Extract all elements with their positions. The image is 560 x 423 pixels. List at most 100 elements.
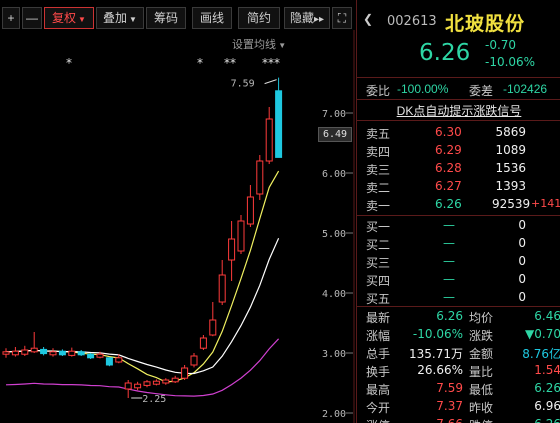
stat-value: 6.96	[534, 399, 560, 413]
candle-up	[49, 351, 57, 356]
hide-button[interactable]: 隐藏▸▸	[284, 7, 330, 29]
bid-label: 买一	[366, 220, 391, 234]
candle-up	[171, 377, 179, 383]
dk-signal-row[interactable]: DK点自动提示涨跌信号	[357, 101, 560, 121]
stat-row: 最新 6.26 均价 6.46	[357, 308, 560, 326]
candle-up	[209, 319, 217, 336]
y-tick-label: 4.00	[322, 289, 346, 300]
ask-row[interactable]: 卖五 6.30 5869	[357, 124, 560, 142]
stat-label: 涨跌	[469, 329, 494, 343]
stat-value: 6.46	[534, 309, 560, 323]
stat-label: 换手	[366, 365, 391, 379]
ask-row[interactable]: 卖一 6.26 92539 +141	[357, 196, 560, 214]
stat-label: 最低	[469, 383, 494, 397]
caret-down-icon: ▼	[129, 15, 137, 24]
candle-up	[237, 220, 245, 252]
fullscreen-icon[interactable]: ⛶	[332, 7, 352, 29]
overlay-dropdown[interactable]: 叠加 ▼	[96, 7, 144, 29]
candle-down	[275, 90, 283, 158]
bid-price: —	[443, 272, 455, 286]
bid-row[interactable]: 买三 — 0	[357, 253, 560, 271]
bid-row[interactable]: 买二 — 0	[357, 235, 560, 253]
signal-star: **	[224, 56, 236, 70]
bid-row[interactable]: 买四 — 0	[357, 271, 560, 289]
candle-up	[181, 367, 189, 379]
candle-down	[87, 353, 95, 359]
bid-volume: 0	[518, 218, 526, 232]
candle-up	[218, 274, 226, 303]
price-change: -0.70	[485, 38, 517, 52]
bid-volume: 0	[518, 272, 526, 286]
ask-delta: +141	[531, 197, 560, 210]
chips-button[interactable]: 筹码	[146, 7, 186, 29]
high-price-label: 7.59	[231, 79, 255, 90]
order-ratio-row: 委比 -100.00% 委差 -102426	[357, 80, 560, 100]
stat-value: 6.26	[534, 381, 560, 395]
ask-row[interactable]: 卖三 6.28 1536	[357, 160, 560, 178]
candle-up	[30, 347, 38, 353]
ask-price: 6.27	[435, 179, 462, 193]
kline-chart-area[interactable]: 7.59 2.25 7.00 6.00 5.00 4.00 3.00 2.00 + — 复权…	[0, 0, 355, 423]
y-tick-label: 7.00	[322, 109, 346, 120]
stat-label: 涨停	[366, 417, 390, 423]
stat-value: 7.66	[395, 417, 463, 423]
ask-volume: 5869	[495, 125, 526, 139]
ma-settings-link[interactable]: 设置均线 ▼	[232, 36, 286, 52]
stat-row: 换手 26.66% 量比 1.54	[357, 362, 560, 380]
candle-up	[152, 380, 160, 385]
candle-up	[143, 381, 151, 386]
last-price: 6.26	[419, 40, 471, 66]
candle-up	[68, 350, 76, 356]
stock-code: 002613	[387, 14, 437, 29]
dk-signal-link[interactable]: DK点自动提示涨跌信号	[397, 104, 522, 118]
simple-mode-button[interactable]: 简约	[238, 7, 280, 29]
hide-label: 隐藏	[289, 11, 314, 25]
bid-label: 买三	[366, 256, 391, 270]
stat-value: 1.54	[534, 363, 560, 377]
signal-star: *	[197, 56, 203, 70]
candle-down	[105, 357, 113, 366]
bid-volume: 0	[518, 290, 526, 304]
candle-up	[115, 357, 123, 363]
adjust-dropdown[interactable]: 复权 ▼	[44, 7, 94, 29]
bid-price: —	[443, 236, 455, 250]
stat-value: -10.06%	[412, 327, 463, 341]
bid-row[interactable]: 买五 — 0	[357, 289, 560, 307]
ask-price: 6.30	[435, 125, 462, 139]
candle-up	[190, 355, 198, 366]
weibi-label: 委比	[366, 84, 391, 98]
bid-row[interactable]: 买一 — 0	[357, 217, 560, 235]
candle-up	[265, 118, 273, 162]
stat-value: 7.59	[436, 381, 463, 395]
zoom-out-button[interactable]: —	[22, 7, 42, 29]
candle-down	[77, 351, 85, 356]
candle-up	[256, 160, 264, 195]
caret-down-icon: ▼	[276, 41, 287, 50]
stat-label: 昨收	[469, 401, 494, 415]
stat-label: 量比	[469, 365, 494, 379]
prev-stock-icon[interactable]: ❮	[363, 12, 373, 26]
zoom-in-button[interactable]: +	[2, 7, 20, 29]
ask-price: 6.29	[435, 143, 462, 157]
candle-up	[228, 238, 236, 261]
quote-header: ❮ 002613 北玻股份 6.26 -0.70 -10.06%	[357, 0, 560, 78]
bid-price: —	[443, 290, 455, 304]
candle-up	[134, 383, 142, 389]
stat-label: 涨幅	[366, 329, 391, 343]
candle-up	[21, 349, 29, 355]
current-price-tag: 6.49	[318, 127, 352, 142]
bid-label: 买四	[366, 274, 391, 288]
caret-down-icon: ▼	[78, 15, 86, 24]
candle-up	[199, 337, 207, 349]
adjust-label: 复权	[52, 11, 77, 25]
bid-price: —	[443, 218, 455, 232]
kline-chart[interactable]: 7.59 2.25 7.00 6.00 5.00 4.00 3.00 2.00	[0, 0, 355, 423]
stat-value: 7.37	[436, 399, 463, 413]
stat-row: 今开 7.37 昨收 6.96	[357, 398, 560, 416]
stat-row: 涨幅 -10.06% 涨跌 ▼0.70	[357, 326, 560, 344]
ask-row[interactable]: 卖二 6.27 1393	[357, 178, 560, 196]
ask-price: 6.26	[435, 197, 462, 211]
candle-up	[162, 379, 170, 384]
draw-line-button[interactable]: 画线	[192, 7, 232, 29]
ask-row[interactable]: 卖四 6.29 1089	[357, 142, 560, 160]
